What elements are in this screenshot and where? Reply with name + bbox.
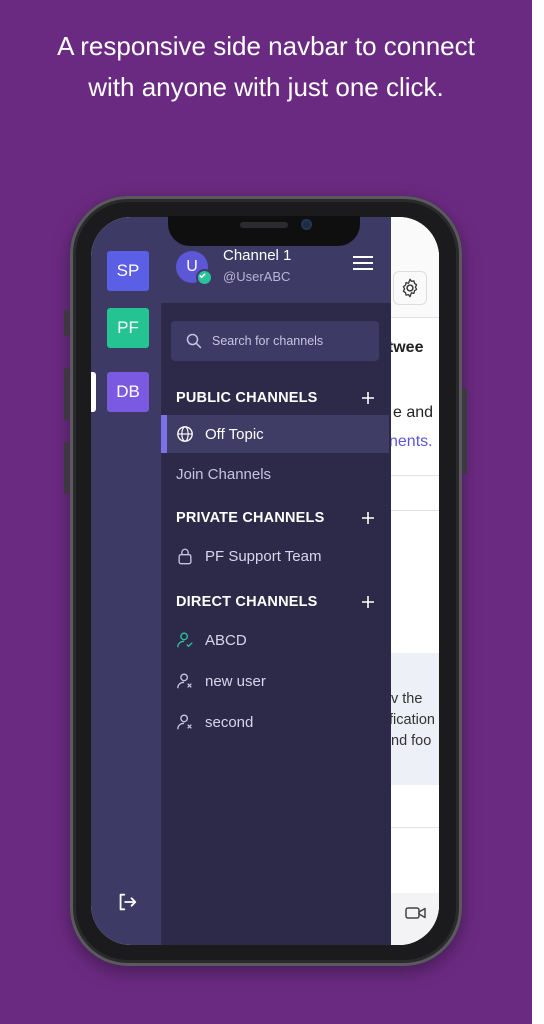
phone-mute-switch (64, 310, 69, 336)
direct-item-second[interactable]: second (161, 703, 389, 741)
direct-label: ABCD (205, 632, 247, 649)
hamburger-menu-icon[interactable] (353, 255, 373, 271)
promo-caption: A responsive side navbar to connect with… (0, 26, 532, 108)
channel-title: Channel 1 (223, 247, 292, 264)
direct-item-abcd[interactable]: ABCD (161, 621, 389, 659)
join-channels-link[interactable]: Join Channels (176, 466, 271, 483)
phone-screen: SP PF DB U Channel 1 @UserABC Search for… (91, 217, 439, 945)
private-channels-heading: PRIVATE CHANNELS (176, 510, 325, 526)
info-text-fragment: fication (391, 712, 435, 728)
content-divider (391, 510, 439, 511)
globe-icon (177, 426, 193, 442)
add-direct-channel-icon[interactable] (361, 595, 375, 609)
channel-label: Off Topic (205, 426, 264, 443)
lock-icon (178, 548, 192, 565)
content-text-fragment: e and (393, 404, 434, 421)
content-divider (391, 475, 439, 476)
phone-notch (168, 216, 360, 246)
direct-label: second (205, 714, 254, 731)
settings-button[interactable] (393, 271, 427, 305)
direct-item-new-user[interactable]: new user (161, 662, 389, 700)
phone-volume-down (64, 442, 69, 494)
content-link-fragment[interactable]: nents. (391, 433, 433, 451)
channel-drawer: U Channel 1 @UserABC Search for channels… (161, 217, 391, 945)
search-input[interactable]: Search for channels (171, 321, 379, 361)
workspace-rail: SP PF DB (91, 217, 161, 945)
user-offline-icon (177, 673, 192, 689)
phone-camera (301, 219, 312, 230)
info-text-fragment: nd foo (391, 733, 432, 749)
info-text-fragment: v the (391, 691, 423, 707)
active-workspace-indicator (91, 372, 96, 412)
direct-channels-heading: DIRECT CHANNELS (176, 594, 318, 610)
content-divider (391, 317, 439, 318)
direct-label: new user (205, 673, 266, 690)
verified-badge-icon (196, 269, 213, 286)
add-public-channel-icon[interactable] (361, 391, 375, 405)
user-offline-icon (177, 714, 192, 730)
phone-power-button (462, 388, 467, 474)
user-online-icon (177, 632, 193, 648)
logout-icon[interactable] (116, 891, 138, 913)
workspace-db-label: DB (116, 382, 140, 401)
channel-label: PF Support Team (205, 548, 322, 565)
right-edge-strip (532, 0, 544, 1024)
search-icon (186, 333, 202, 349)
username-label: @UserABC (223, 269, 291, 284)
video-camera-icon[interactable] (405, 905, 427, 921)
workspace-sp[interactable]: SP (107, 251, 149, 291)
main-content-peek: etwee e and nents. v the fication nd foo (391, 217, 439, 945)
check-icon (199, 273, 206, 279)
channel-item-off-topic[interactable]: Off Topic (161, 415, 389, 453)
workspace-pf-label: PF (117, 318, 139, 337)
channel-item-pf-support-team[interactable]: PF Support Team (161, 537, 389, 575)
workspace-pf[interactable]: PF (107, 308, 149, 348)
content-heading-fragment: etwee (391, 339, 424, 356)
phone-speaker (240, 222, 288, 228)
gear-icon (402, 278, 418, 298)
workspace-sp-label: SP (116, 261, 140, 280)
caption-line-1: A responsive side navbar to connect (57, 31, 475, 61)
active-channel-indicator (161, 415, 167, 453)
public-channels-heading: PUBLIC CHANNELS (176, 390, 318, 406)
search-placeholder: Search for channels (212, 334, 324, 348)
phone-volume-up (64, 368, 69, 420)
caption-line-2: with anyone with just one click. (88, 72, 444, 102)
add-private-channel-icon[interactable] (361, 511, 375, 525)
workspace-db[interactable]: DB (107, 372, 149, 412)
content-divider (391, 827, 439, 828)
